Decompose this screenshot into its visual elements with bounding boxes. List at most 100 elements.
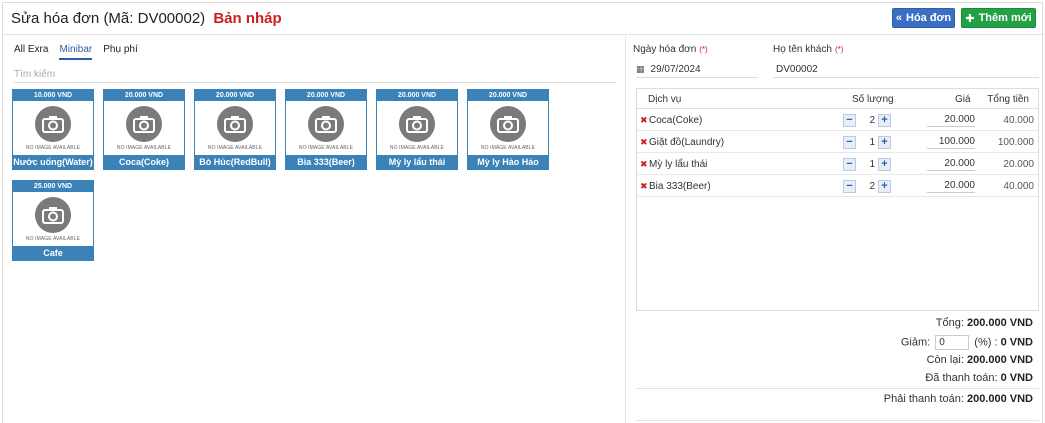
product-name: Mỳ ly Hảo Hảo: [468, 155, 548, 169]
camera-icon: [217, 106, 253, 142]
service-name: Coca(Coke): [649, 115, 703, 126]
search-input[interactable]: [14, 67, 616, 83]
invoice-button[interactable]: « Hóa đơn: [892, 8, 955, 28]
row-total: 40.000: [1003, 115, 1034, 126]
product-image-placeholder: NO IMAGE AVAILABLE: [377, 101, 457, 156]
header-service: Dịch vụ: [648, 94, 682, 105]
product-name: Mỳ ly lẩu thái: [377, 155, 457, 169]
product-price: 20.000 VND: [195, 90, 275, 101]
remove-icon[interactable]: ✖: [640, 159, 648, 170]
calendar-icon: ▦: [636, 64, 645, 74]
header-quantity: Số lượng: [852, 94, 894, 105]
product-name: Bò Húc(RedBull): [195, 155, 275, 169]
remaining-label: Còn lại:: [926, 354, 964, 366]
row-total: 100.000: [997, 137, 1034, 148]
product-image-placeholder: NO IMAGE AVAILABLE: [195, 101, 275, 156]
quantity-stepper: − 2 +: [843, 113, 891, 127]
header-total: Tổng tiền: [987, 94, 1029, 105]
quantity-stepper: − 1 +: [843, 135, 891, 149]
camera-icon: [490, 106, 526, 142]
service-name: Mỳ ly lẩu thái: [649, 159, 708, 170]
required-mark: (*): [834, 45, 844, 54]
no-image-text: NO IMAGE AVAILABLE: [207, 145, 263, 151]
discount-input[interactable]: 0: [935, 335, 970, 350]
invoice-date-field[interactable]: ▦ 29/07/2024: [636, 62, 758, 78]
add-new-button-label: Thêm mới: [978, 12, 1032, 24]
product-card[interactable]: 20.000 VND NO IMAGE AVAILABLE Bò Húc(Red…: [194, 89, 276, 170]
quantity-value[interactable]: 2: [856, 115, 878, 126]
service-name: Giặt đồ(Laundry): [649, 137, 725, 148]
product-card[interactable]: 20.000 VND NO IMAGE AVAILABLE Bia 333(Be…: [285, 89, 367, 170]
product-name: Nước uống(Water): [13, 155, 93, 169]
product-price: 10.000 VND: [13, 90, 93, 101]
summary-total: Tổng: 200.000 VND: [936, 317, 1033, 329]
price-input[interactable]: 20.000: [927, 156, 975, 171]
app-frame: Sửa hóa đơn (Mã: DV00002) Bản nháp « Hóa…: [2, 2, 1044, 423]
summary-remaining: Còn lại: 200.000 VND: [927, 354, 1033, 366]
decrement-button[interactable]: −: [843, 135, 856, 149]
table-row: ✖ Coca(Coke) − 2 + 20.000 40.000: [637, 109, 1038, 131]
no-image-text: NO IMAGE AVAILABLE: [298, 145, 354, 151]
remove-icon[interactable]: ✖: [640, 137, 648, 148]
tab-surcharge[interactable]: Phụ phí: [103, 44, 137, 60]
invoice-button-label: Hóa đơn: [906, 12, 952, 24]
product-price: 20.000 VND: [377, 90, 457, 101]
product-card[interactable]: 20.000 VND NO IMAGE AVAILABLE Mỳ ly Hảo …: [467, 89, 549, 170]
summary-divider: [636, 388, 1039, 389]
price-input[interactable]: 20.000: [927, 178, 975, 193]
quantity-stepper: − 2 +: [843, 179, 891, 193]
summary-discount: Giảm: 0 (%) : 0 VND: [901, 335, 1033, 350]
invoice-date-value: 29/07/2024: [650, 64, 701, 75]
product-panel: All Exra Minibar Phụ phí 10.000 VND NO I…: [3, 36, 626, 423]
quantity-value[interactable]: 1: [856, 137, 878, 148]
customer-label: Họ tên khách (*): [773, 44, 843, 55]
increment-button[interactable]: +: [878, 157, 891, 171]
camera-icon: [308, 106, 344, 142]
product-price: 25.000 VND: [13, 181, 93, 192]
quantity-stepper: − 1 +: [843, 157, 891, 171]
required-mark: (*): [699, 45, 708, 54]
increment-button[interactable]: +: [878, 113, 891, 127]
product-name: Coca(Coke): [104, 155, 184, 169]
double-chevron-left-icon: «: [895, 12, 902, 24]
page-title-text: Sửa hóa đơn (Mã: DV00002): [11, 10, 206, 27]
customer-name-value: DV00002: [776, 64, 818, 75]
remove-icon[interactable]: ✖: [640, 115, 648, 126]
quantity-value[interactable]: 2: [856, 181, 878, 192]
quantity-value[interactable]: 1: [856, 159, 878, 170]
decrement-button[interactable]: −: [843, 113, 856, 127]
date-label-text: Ngày hóa đơn: [633, 44, 697, 55]
paid-value: 0 VND: [1000, 372, 1033, 384]
product-image-placeholder: NO IMAGE AVAILABLE: [286, 101, 366, 156]
category-tabs: All Exra Minibar Phụ phí: [14, 44, 149, 60]
no-image-text: NO IMAGE AVAILABLE: [25, 145, 81, 151]
remove-icon[interactable]: ✖: [640, 181, 648, 192]
product-card[interactable]: 20.000 VND NO IMAGE AVAILABLE Mỳ ly lẩu …: [376, 89, 458, 170]
tab-minibar[interactable]: Minibar: [59, 44, 93, 60]
customer-name-field[interactable]: DV00002: [773, 62, 1039, 78]
add-new-button[interactable]: ✚ Thêm mới: [961, 8, 1036, 28]
product-card[interactable]: 20.000 VND NO IMAGE AVAILABLE Coca(Coke): [103, 89, 185, 170]
increment-button[interactable]: +: [878, 135, 891, 149]
decrement-button[interactable]: −: [843, 157, 856, 171]
row-total: 40.000: [1003, 181, 1034, 192]
camera-icon: [126, 106, 162, 142]
summary-paid: Đã thanh toán: 0 VND: [925, 372, 1033, 384]
discount-value: 0 VND: [1000, 336, 1033, 349]
date-label: Ngày hóa đơn (*): [633, 44, 708, 55]
no-image-text: NO IMAGE AVAILABLE: [25, 236, 81, 242]
product-card[interactable]: 25.000 VND NO IMAGE AVAILABLE Cafe: [12, 180, 94, 261]
price-input[interactable]: 20.000: [927, 112, 975, 127]
due-label: Phải thanh toán:: [883, 393, 964, 405]
product-price: 20.000 VND: [104, 90, 184, 101]
camera-icon: [399, 106, 435, 142]
increment-button[interactable]: +: [878, 179, 891, 193]
discount-unit: (%) :: [974, 336, 998, 349]
summary-due: Phải thanh toán: 200.000 VND: [884, 393, 1033, 405]
price-input[interactable]: 100.000: [927, 134, 975, 149]
product-card[interactable]: 10.000 VND NO IMAGE AVAILABLE Nước uống(…: [12, 89, 94, 170]
due-value: 200.000 VND: [966, 393, 1033, 405]
tab-all-extra[interactable]: All Exra: [14, 44, 48, 60]
service-name: Bia 333(Beer): [649, 181, 711, 192]
decrement-button[interactable]: −: [843, 179, 856, 193]
